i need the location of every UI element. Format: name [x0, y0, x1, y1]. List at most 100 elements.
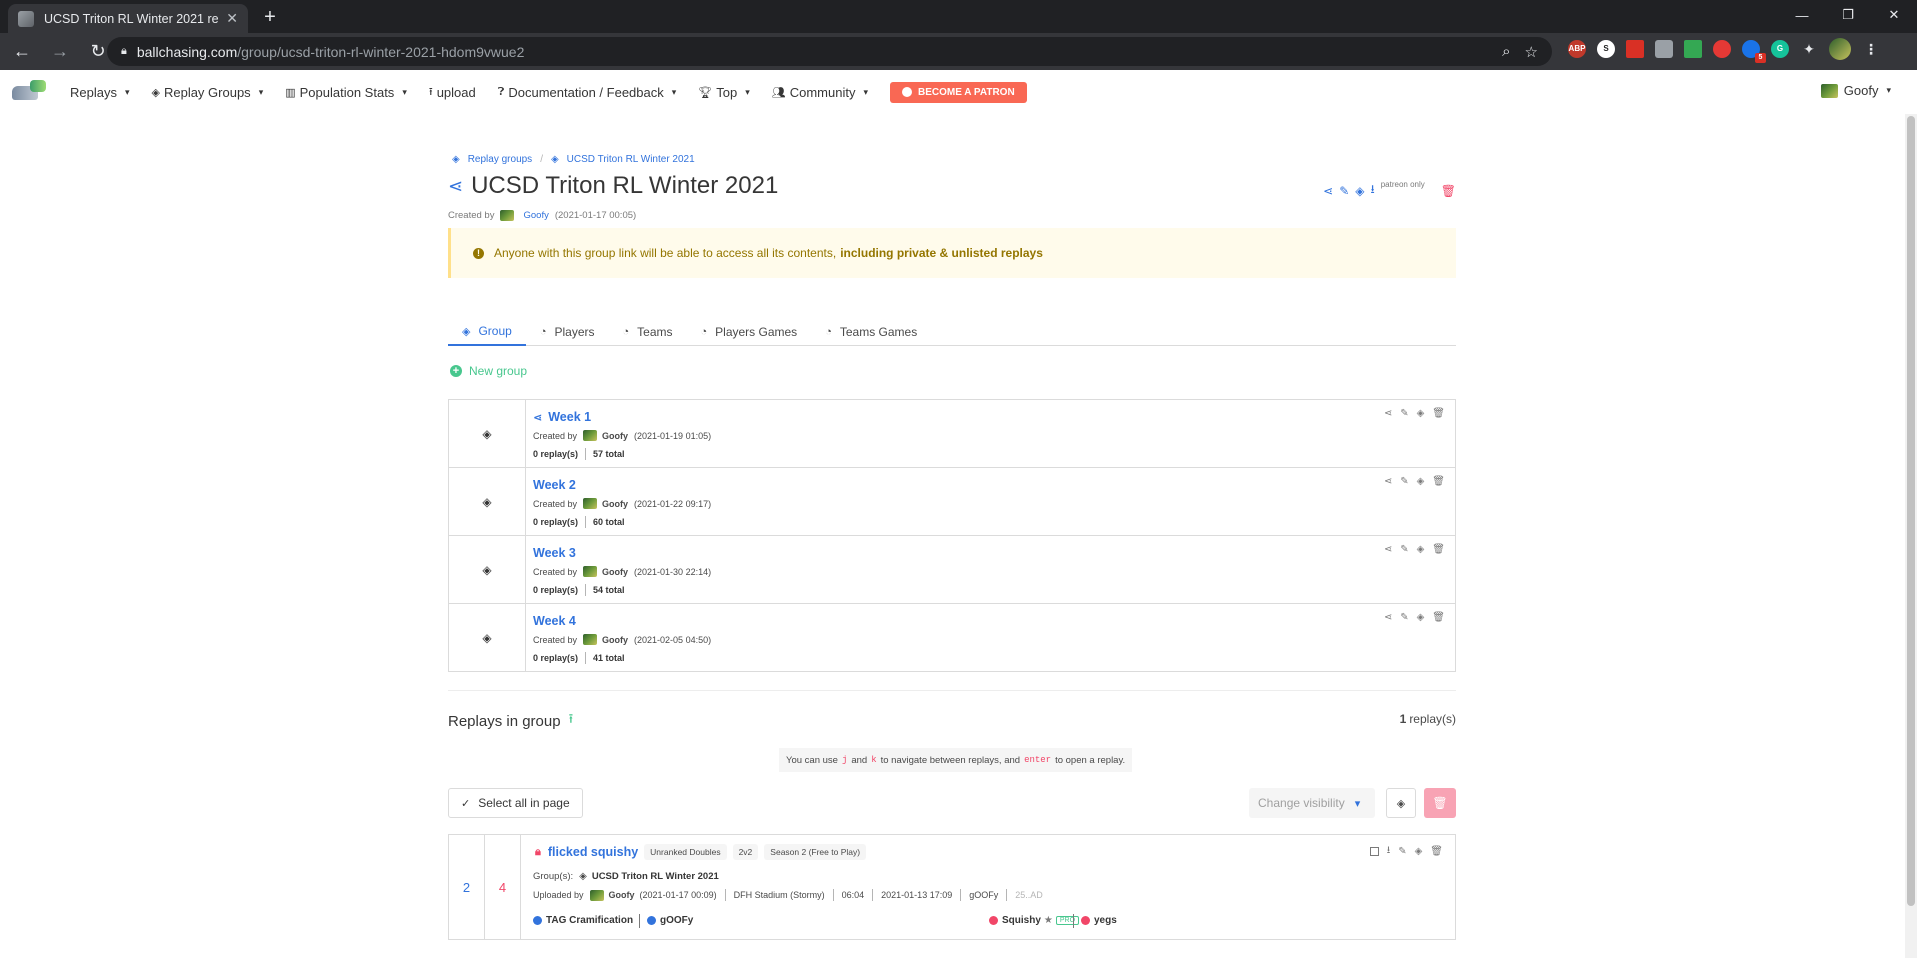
- layers-icon[interactable]: ◈: [1355, 184, 1364, 198]
- refresh-extension-icon[interactable]: [1713, 40, 1731, 58]
- player-orange-2[interactable]: yegs: [1081, 915, 1117, 926]
- replay-row[interactable]: 2 4 🔒︎ flicked squishy Unranked Doubles …: [448, 834, 1456, 940]
- nav-documentation[interactable]: ❓︎ Documentation / Feedback ▾: [498, 85, 677, 100]
- adblock-extension-icon[interactable]: ABP: [1568, 40, 1586, 58]
- edit-icon[interactable]: ✎: [1400, 476, 1408, 487]
- share-icon[interactable]: ⋖: [1384, 408, 1392, 419]
- nav-replay-groups[interactable]: ◈ Replay Groups ▾: [152, 85, 264, 100]
- tree-extension-icon[interactable]: [1684, 40, 1702, 58]
- replay-link[interactable]: flicked squishy: [548, 845, 638, 859]
- forward-icon[interactable]: →: [44, 38, 76, 66]
- creator-link[interactable]: Goofy: [523, 210, 548, 221]
- browser-tabbar: UCSD Triton RL Winter 2021 repl ✕ + — ❐ …: [0, 0, 1917, 33]
- key-k: k: [867, 755, 881, 765]
- user-menu[interactable]: Goofy ▾: [1820, 83, 1891, 98]
- layers-icon[interactable]: ◈: [1417, 476, 1425, 487]
- player-blue-2[interactable]: gOOFy: [647, 915, 693, 926]
- close-window-icon[interactable]: ✕: [1871, 0, 1917, 30]
- url-path: /group/ucsd-triton-rl-winter-2021-hdom9v…: [237, 43, 525, 60]
- tab-teams-games[interactable]: ◔ Teams Games: [811, 318, 931, 346]
- nav-replays[interactable]: Replays ▾: [70, 85, 130, 100]
- layers-icon[interactable]: ◈: [1417, 612, 1425, 623]
- back-icon[interactable]: ←: [6, 38, 38, 66]
- edit-icon[interactable]: ✎: [1400, 408, 1408, 419]
- season-tag: Season 2 (Free to Play): [764, 844, 867, 860]
- nav-label: Replays: [70, 84, 117, 100]
- trash-icon[interactable]: 🗑︎: [1430, 846, 1443, 857]
- bookmark-star-icon[interactable]: ☆: [1525, 43, 1538, 61]
- download-icon[interactable]: ⭳: [1371, 180, 1375, 201]
- chevron-down-icon: ▾: [671, 86, 677, 97]
- uploader-link[interactable]: Goofy: [609, 890, 635, 900]
- pie-chart-icon: ◔: [622, 326, 630, 338]
- layers-icon[interactable]: ◈: [1417, 408, 1425, 419]
- s-extension-icon[interactable]: S: [1597, 40, 1615, 58]
- subgroup-link[interactable]: Week 4: [533, 614, 576, 628]
- layers-icon: ◈: [449, 536, 526, 603]
- p-extension-icon[interactable]: 5: [1742, 40, 1766, 63]
- share-icon[interactable]: ⋖: [1323, 184, 1333, 198]
- restore-icon[interactable]: ❐: [1825, 0, 1871, 30]
- edit-icon[interactable]: ✎: [1400, 544, 1408, 555]
- pie-chart-icon: ◔: [539, 326, 547, 338]
- layers-icon[interactable]: ◈: [1417, 544, 1425, 555]
- share-icon[interactable]: ⋖: [1384, 476, 1392, 487]
- avatar: [500, 210, 515, 221]
- layers-icon: ◈: [449, 400, 526, 467]
- page-scrollbar[interactable]: [1905, 114, 1917, 958]
- subgroup-created: Created by Goofy (2021-01-22 09:17): [533, 498, 712, 509]
- trash-icon[interactable]: 🗑︎: [1432, 476, 1445, 487]
- menu-kebab-icon[interactable]: ⋮: [1862, 40, 1880, 58]
- breadcrumb: ◈ Replay groups / ◈ UCSD Triton RL Winte…: [452, 154, 695, 165]
- select-checkbox[interactable]: [1369, 847, 1379, 856]
- trash-icon[interactable]: 🗑︎: [1441, 184, 1456, 198]
- become-patron-button[interactable]: BECOME A PATRON: [890, 81, 1027, 103]
- new-group-button[interactable]: + New group: [450, 364, 527, 378]
- download-icon[interactable]: ⭳: [1387, 843, 1391, 860]
- breadcrumb-root[interactable]: Replay groups: [468, 154, 532, 165]
- edit-icon[interactable]: ✎: [1339, 184, 1349, 198]
- close-tab-icon[interactable]: ✕: [226, 10, 238, 27]
- puzzle-icon[interactable]: ✦: [1800, 40, 1818, 58]
- nav-upload[interactable]: ⭱ upload: [429, 83, 476, 102]
- address-bar[interactable]: 🔒︎ ballchasing.com/group/ucsd-triton-rl-…: [107, 37, 1552, 66]
- zoom-icon[interactable]: ⌕: [1502, 43, 1510, 61]
- nav-community[interactable]: 👥︎ Community ▾: [772, 85, 868, 100]
- breadcrumb-current[interactable]: UCSD Triton RL Winter 2021: [567, 154, 695, 165]
- layers-icon[interactable]: ◈: [1415, 846, 1423, 857]
- chevron-down-icon: ▾: [124, 86, 130, 97]
- edit-icon[interactable]: ✎: [1398, 846, 1406, 857]
- player-orange-1[interactable]: Squishy ★ PRO: [989, 915, 1080, 926]
- new-tab-button[interactable]: +: [258, 6, 282, 30]
- upload-icon[interactable]: ⭱: [569, 710, 574, 732]
- minimize-icon[interactable]: —: [1779, 0, 1825, 30]
- ballchasing-logo[interactable]: [12, 78, 50, 106]
- subgroup-link[interactable]: ⋖ Week 1: [533, 410, 591, 424]
- tab-group[interactable]: ◈ Group: [448, 318, 526, 346]
- share-icon[interactable]: ⋖: [1384, 544, 1392, 555]
- grey-extension-icon[interactable]: [1655, 40, 1673, 58]
- subgroup-link[interactable]: Week 2: [533, 478, 576, 492]
- scrollbar-thumb[interactable]: [1907, 116, 1915, 906]
- grammarly-extension-icon[interactable]: G: [1771, 40, 1789, 58]
- delete-selected-button[interactable]: 🗑︎: [1424, 788, 1456, 818]
- trash-icon[interactable]: 🗑︎: [1432, 408, 1445, 419]
- player-blue-1[interactable]: TAG Cramification: [533, 915, 633, 926]
- nav-top[interactable]: 🏆︎ Top ▾: [698, 85, 749, 100]
- trash-icon[interactable]: 🗑︎: [1432, 612, 1445, 623]
- edit-icon[interactable]: ✎: [1400, 612, 1408, 623]
- red-square-extension-icon[interactable]: [1626, 40, 1644, 58]
- browser-tab[interactable]: UCSD Triton RL Winter 2021 repl ✕: [8, 4, 248, 33]
- trash-icon[interactable]: 🗑︎: [1432, 544, 1445, 555]
- nav-population-stats[interactable]: ▥ Population Stats ▾: [285, 85, 407, 100]
- add-to-group-button[interactable]: ◈: [1386, 788, 1416, 818]
- select-all-button[interactable]: ✓ Select all in page: [448, 788, 583, 818]
- profile-avatar[interactable]: [1829, 38, 1851, 60]
- tab-players[interactable]: ◔ Players: [526, 318, 609, 346]
- change-visibility-dropdown[interactable]: Change visibility ▾: [1249, 788, 1375, 818]
- tab-players-games[interactable]: ◔ Players Games: [687, 318, 812, 346]
- replay-group-link[interactable]: UCSD Triton RL Winter 2021: [592, 871, 719, 882]
- share-icon[interactable]: ⋖: [1384, 612, 1392, 623]
- tab-teams[interactable]: ◔ Teams: [609, 318, 687, 346]
- subgroup-link[interactable]: Week 3: [533, 546, 576, 560]
